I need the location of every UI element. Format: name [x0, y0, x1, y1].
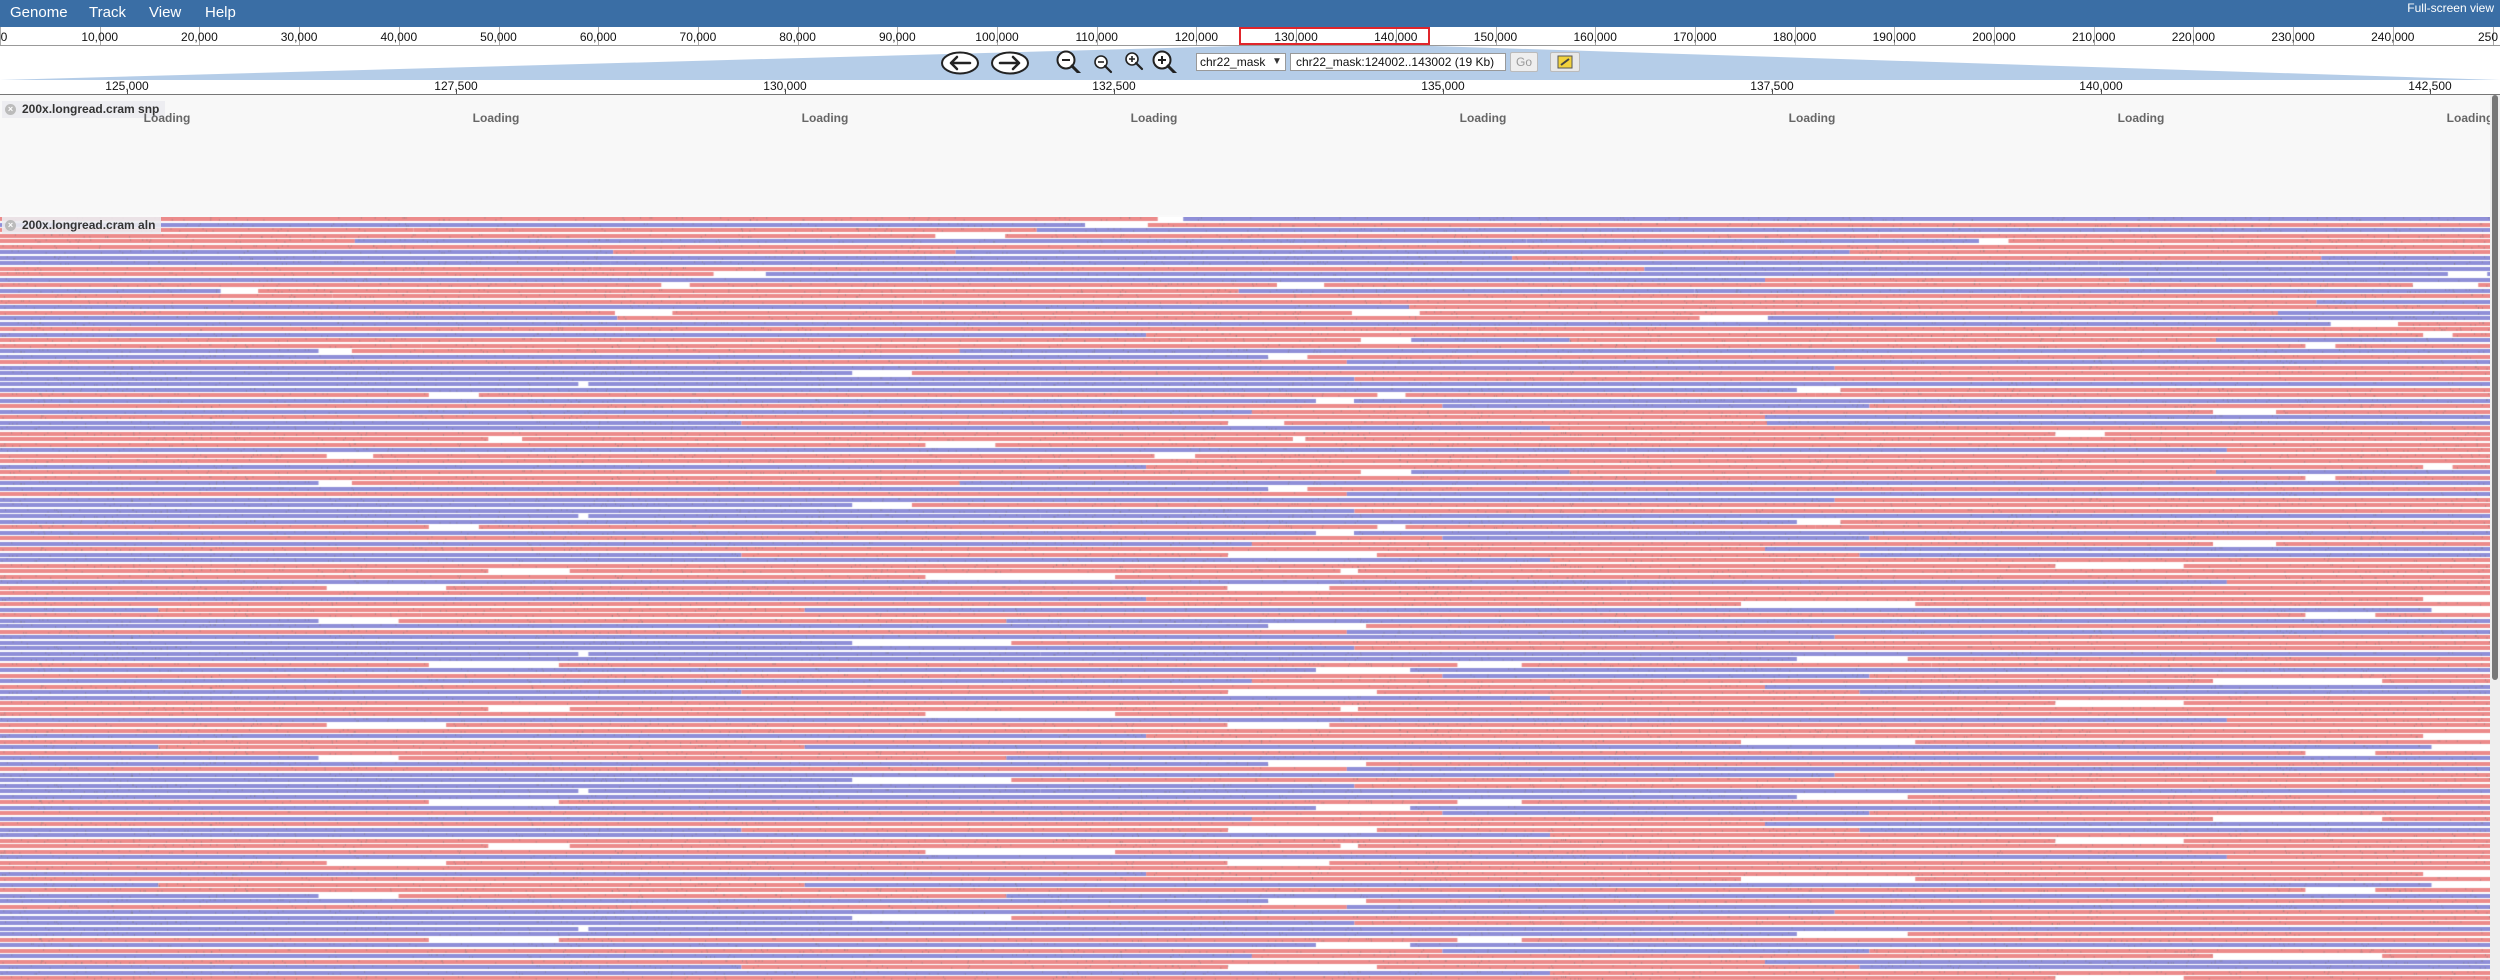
overview-tick-label: 240,000 — [2371, 30, 2415, 44]
overview-tick-label: 30,000 — [280, 30, 318, 44]
alignment-reads-canvas[interactable] — [0, 217, 2490, 980]
overview-tick-label: 10,000 — [81, 30, 119, 44]
loading-indicator: Loading — [1459, 111, 1507, 125]
overview-tick-label: 20,000 — [181, 30, 218, 44]
loading-indicator: Loading — [472, 111, 520, 125]
overview-tick-label: 150,000 — [1473, 30, 1518, 44]
scrollbar-thumb[interactable] — [2492, 95, 2498, 680]
scale-tick-label: 132,500 — [1092, 79, 1136, 93]
close-icon[interactable]: × — [5, 104, 16, 115]
overview-tick-label: 180,000 — [1772, 30, 1817, 44]
menu-view[interactable]: View — [149, 4, 181, 21]
close-icon[interactable]: × — [5, 220, 16, 231]
aln-track-label[interactable]: × 200x.longread.cram aln — [2, 217, 162, 234]
track-container: × 200x.longread.cram snp Loading Loading L… — [0, 95, 2500, 980]
zoom-out-big-icon[interactable] — [1055, 49, 1083, 73]
chevron-down-icon[interactable]: ▼ — [1270, 55, 1284, 69]
alignment-track: × 200x.longread.cram aln — [0, 217, 2490, 980]
scale-tick-label: 137,500 — [1750, 79, 1794, 93]
zoom-out-small-icon[interactable] — [1093, 54, 1113, 78]
overview-tick-label: 190,000 — [1872, 30, 1916, 44]
loading-indicator: Loading — [143, 111, 191, 125]
overview-tick-label: 210,000 — [2071, 30, 2116, 44]
snp-track-name: 200x.longread.cram snp — [22, 102, 160, 116]
overview-tick-label: 160,000 — [1573, 30, 1617, 44]
fullscreen-view-link[interactable]: Full-screen view — [2407, 1, 2494, 15]
navigation-bar: chr22_mask ▼ chr22_mask:124002..143002 (… — [0, 46, 2500, 80]
highlighter-icon — [1557, 55, 1573, 69]
go-button[interactable]: Go — [1510, 52, 1538, 72]
snp-track: × 200x.longread.cram snp Loading Loading L… — [0, 95, 2493, 215]
snp-track-label[interactable]: × 200x.longread.cram snp — [2, 101, 166, 118]
overview-tick-label: 230,000 — [2271, 30, 2315, 44]
menubar: Genome Track View Help Full-screen view — [0, 0, 2500, 27]
pan-left-icon[interactable] — [940, 51, 980, 75]
scale-bar[interactable]: 125,000 127,500 130,000 132,500 135,000 137,5… — [0, 79, 2500, 95]
scale-tick-label: 142,500 — [2408, 79, 2452, 93]
overview-tick-label: 0 — [0, 30, 8, 44]
overview-tick-label: 100,000 — [975, 30, 1019, 44]
overview-tick-label: 220,000 — [2171, 30, 2216, 44]
overview-tick-label: 70,000 — [679, 30, 717, 44]
overview-tick-label: 90,000 — [878, 30, 916, 44]
menu-genome[interactable]: Genome — [10, 4, 68, 21]
overview-tick-label: 80,000 — [779, 30, 816, 44]
overview-tick-label: 170,000 — [1673, 30, 1717, 44]
highlight-button[interactable] — [1550, 52, 1580, 72]
overview-tick-label: 50,000 — [480, 30, 517, 44]
overview-tick-label: 120,000 — [1174, 30, 1219, 44]
pan-right-icon[interactable] — [990, 51, 1030, 75]
scale-tick-label: 140,000 — [2079, 79, 2123, 93]
location-input[interactable]: chr22_mask:124002..143002 (19 Kb) — [1290, 53, 1506, 71]
loading-indicator: Loading — [1130, 111, 1178, 125]
overview-tick-label: 200,000 — [1972, 30, 2016, 44]
overview-tick-label: 40,000 — [380, 30, 418, 44]
zoom-in-small-icon[interactable] — [1124, 51, 1146, 75]
vertical-scrollbar[interactable] — [2490, 95, 2500, 980]
zoom-in-big-icon[interactable] — [1151, 49, 1179, 73]
scale-tick-label: 130,000 — [763, 79, 807, 93]
overview-tick-label: 110,000 — [1075, 30, 1118, 44]
overview-tick-label: 250 — [2477, 30, 2499, 44]
loading-indicator: Loading — [801, 111, 849, 125]
overview-location-highlight[interactable] — [1239, 27, 1430, 45]
loading-indicator: Loading — [2446, 111, 2494, 125]
aln-track-name: 200x.longread.cram aln — [22, 218, 156, 232]
loading-indicator: Loading — [1788, 111, 1836, 125]
loading-indicator: Loading — [2117, 111, 2165, 125]
menu-help[interactable]: Help — [205, 4, 236, 21]
scale-tick-label: 135,000 — [1421, 79, 1465, 93]
overview-ruler[interactable]: 0 10,000 20,000 30,000 40,000 50,000 60,000 70,… — [0, 27, 2500, 46]
menu-track[interactable]: Track — [89, 4, 126, 21]
scale-tick-label: 125,000 — [105, 79, 149, 93]
overview-tick-label: 60,000 — [579, 30, 617, 44]
scale-tick-label: 127,500 — [434, 79, 478, 93]
